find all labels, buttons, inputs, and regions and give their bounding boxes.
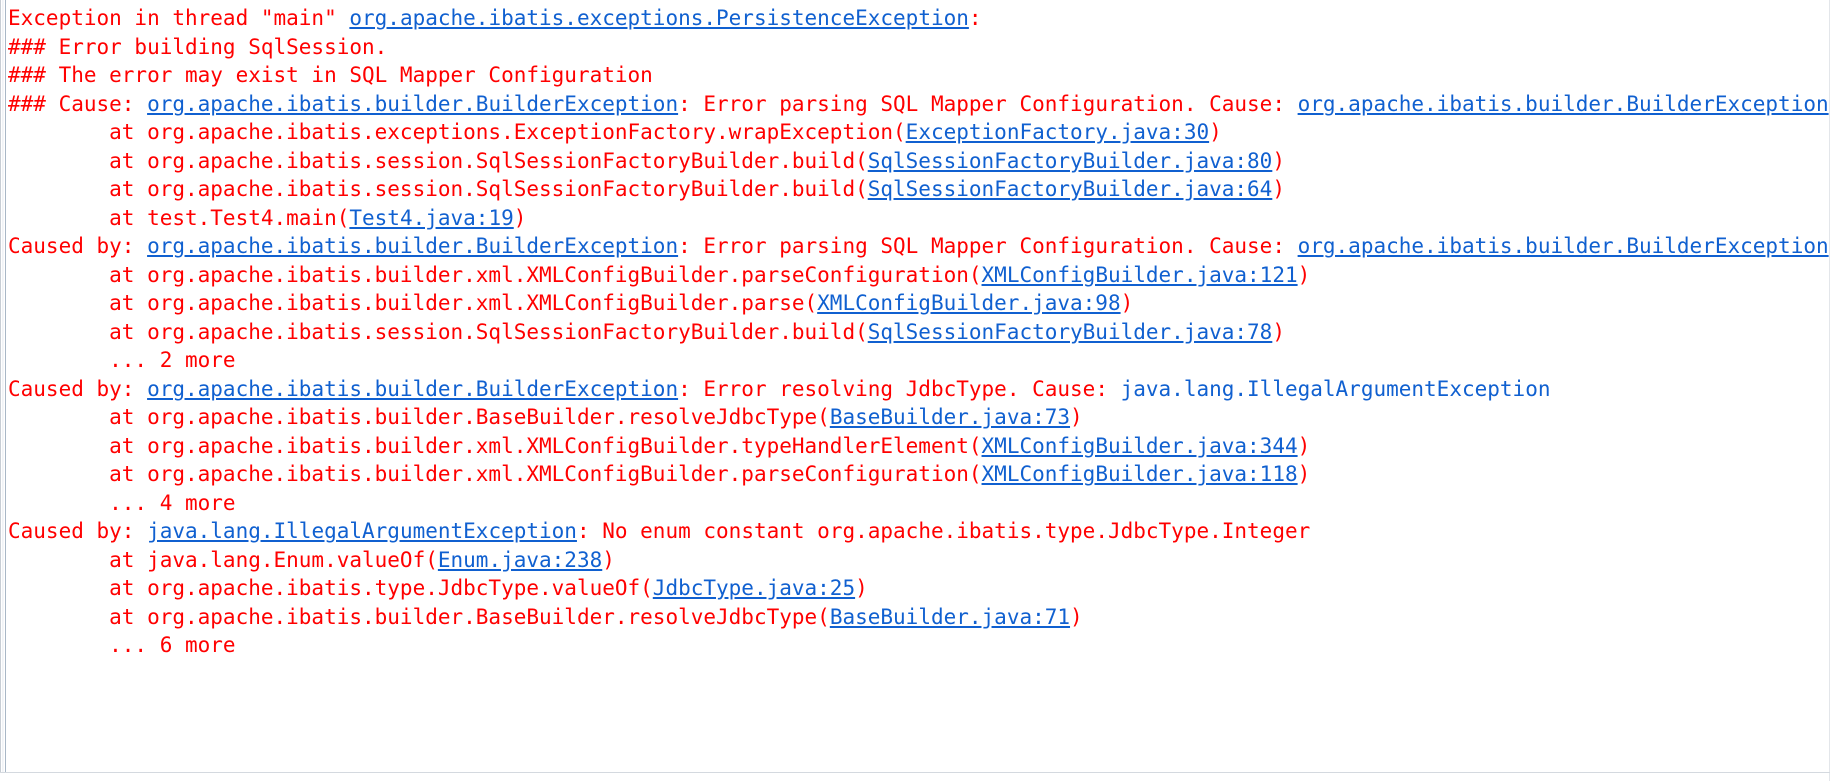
console-left-gutter bbox=[0, 0, 6, 772]
stacktrace-text: ) bbox=[1070, 405, 1083, 429]
line-13-2-more: ... 2 more bbox=[8, 346, 1830, 375]
stacktrace-text: ) bbox=[1120, 291, 1134, 315]
stacktrace-text: at org.apache.ibatis.type.JdbcType.value… bbox=[8, 576, 653, 600]
stacktrace-text: ) bbox=[1070, 604, 1083, 629]
stacktrace-text: ) bbox=[602, 547, 615, 572]
stacktrace-text: at org.apache.ibatis.exceptions.Exceptio… bbox=[8, 120, 906, 144]
line-14-caused-by-builderexception-2: Caused by: org.apache.ibatis.builder.Bui… bbox=[8, 375, 1830, 404]
stacktrace-text: at org.apache.ibatis.builder.BaseBuilder… bbox=[8, 405, 830, 429]
stacktrace-text: at org.apache.ibatis.builder.xml.XMLConf… bbox=[8, 291, 818, 315]
stacktrace-link[interactable]: XMLConfigBuilder.java:98 bbox=[817, 291, 1120, 315]
stacktrace-text: at org.apache.ibatis.builder.xml.XMLConf… bbox=[8, 433, 982, 458]
stacktrace-link[interactable]: org.apache.ibatis.exceptions.Persistence… bbox=[349, 6, 969, 30]
line-22-at-basebuilder-71: at org.apache.ibatis.builder.BaseBuilder… bbox=[8, 603, 1830, 632]
stacktrace-text: ) bbox=[1297, 262, 1311, 287]
stacktrace-link[interactable]: ExceptionFactory.java:30 bbox=[906, 120, 1209, 144]
stacktrace-text: ) bbox=[1297, 433, 1311, 458]
stacktrace-text: : bbox=[968, 6, 982, 30]
line-15-at-basebuilder-73: at org.apache.ibatis.builder.BaseBuilder… bbox=[8, 403, 1830, 432]
stacktrace-link[interactable]: SqlSessionFactoryBuilder.java:80 bbox=[868, 149, 1273, 173]
line-4-cause: ### Cause: org.apache.ibatis.builder.Bui… bbox=[8, 90, 1830, 119]
console-gutter-shade bbox=[2, 0, 4, 772]
line-19-caused-by-illegalargument: Caused by: java.lang.IllegalArgumentExce… bbox=[8, 517, 1830, 546]
line-20-at-enum-valueof: at java.lang.Enum.valueOf(Enum.java:238) bbox=[8, 546, 1830, 575]
stacktrace-text: ### The error may exist in SQL Mapper Co… bbox=[8, 63, 653, 87]
stacktrace-link[interactable]: JdbcType.java:25 bbox=[653, 576, 855, 600]
stacktrace-text: ) bbox=[1209, 120, 1222, 144]
stacktrace-text: ... 6 more bbox=[8, 633, 236, 657]
stacktrace-link[interactable]: java.lang.IllegalArgumentException bbox=[147, 519, 577, 543]
stacktrace-text: ) bbox=[1297, 462, 1311, 486]
stacktrace-link[interactable]: org.apache.ibatis.builder.BuilderExcepti… bbox=[147, 234, 678, 258]
line-9-caused-by-builderexception-1: Caused by: org.apache.ibatis.builder.Bui… bbox=[8, 232, 1830, 261]
stacktrace-text: : No enum constant org.apache.ibatis.typ… bbox=[576, 519, 1311, 543]
stacktrace-link[interactable]: org.apache.ibatis.builder.BuilderExcepti… bbox=[147, 92, 678, 116]
stacktrace-text-area[interactable]: Exception in thread "main" org.apache.ib… bbox=[8, 4, 1830, 774]
stacktrace-text: ### Error building SqlSession. bbox=[8, 34, 388, 59]
line-18-4-more: ... 4 more bbox=[8, 489, 1830, 518]
line-5-at-exceptionfactory: at org.apache.ibatis.exceptions.Exceptio… bbox=[8, 118, 1830, 147]
stacktrace-text: Caused by: bbox=[8, 519, 148, 543]
stacktrace-text: at org.apache.ibatis.builder.xml.XMLConf… bbox=[8, 262, 982, 287]
stacktrace-link[interactable]: Test4.java:19 bbox=[349, 206, 513, 230]
stacktrace-text: Exception in thread "main" bbox=[8, 6, 350, 30]
stacktrace-text: ) bbox=[513, 205, 527, 230]
stacktrace-text: at java.lang.Enum.valueOf( bbox=[8, 547, 438, 572]
stacktrace-link[interactable]: XMLConfigBuilder.java:121 bbox=[982, 263, 1298, 287]
line-12-at-sqlsessionfactorybuilder-78: at org.apache.ibatis.session.SqlSessionF… bbox=[8, 318, 1830, 347]
line-6-at-sqlsessionfactorybuilder-80: at org.apache.ibatis.session.SqlSessionF… bbox=[8, 147, 1830, 176]
stacktrace-text: : Error resolving JdbcType. Cause: bbox=[678, 376, 1121, 401]
stacktrace-text: at org.apache.ibatis.session.SqlSessionF… bbox=[8, 319, 868, 344]
stacktrace-text: Caused by: bbox=[8, 376, 148, 401]
line-16-at-xmlconfigbuilder-344: at org.apache.ibatis.builder.xml.XMLConf… bbox=[8, 432, 1830, 461]
stacktrace-text: ) bbox=[1272, 148, 1285, 173]
stacktrace-link[interactable]: BaseBuilder.java:73 bbox=[830, 405, 1070, 429]
line-7-at-sqlsessionfactorybuilder-64: at org.apache.ibatis.session.SqlSessionF… bbox=[8, 175, 1830, 204]
stacktrace-link[interactable]: BaseBuilder.java:71 bbox=[830, 605, 1070, 629]
stacktrace-link[interactable]: SqlSessionFactoryBuilder.java:64 bbox=[868, 177, 1273, 201]
stacktrace-text: ) bbox=[1272, 319, 1285, 344]
stacktrace-link[interactable]: XMLConfigBuilder.java:118 bbox=[982, 462, 1298, 486]
line-11-at-xmlconfigbuilder-98: at org.apache.ibatis.builder.xml.XMLConf… bbox=[8, 289, 1830, 318]
stacktrace-text: at org.apache.ibatis.builder.xml.XMLConf… bbox=[8, 462, 982, 486]
stacktrace-text: : Error parsing SQL Mapper Configuration… bbox=[678, 234, 1298, 258]
stacktrace-link[interactable]: org.apache.ibatis.builder.BuilderExcepti… bbox=[147, 377, 678, 401]
line-3-error-may-exist: ### The error may exist in SQL Mapper Co… bbox=[8, 61, 1830, 90]
stacktrace-text: ) bbox=[855, 576, 868, 600]
stacktrace-text: : Error parsing SQL Mapper Configuration… bbox=[678, 91, 1298, 116]
stacktrace-link[interactable]: SqlSessionFactoryBuilder.java:78 bbox=[868, 320, 1273, 344]
stacktrace-link[interactable]: org.apache.ibatis.builder.BuilderExcepti… bbox=[1298, 234, 1829, 258]
stacktrace-link[interactable]: org.apache.ibatis.builder.BuilderExcepti… bbox=[1298, 92, 1829, 116]
stacktrace-text: ) bbox=[1272, 177, 1285, 201]
stacktrace-text: at org.apache.ibatis.builder.BaseBuilder… bbox=[8, 604, 830, 629]
line-10-at-xmlconfigbuilder-121: at org.apache.ibatis.builder.xml.XMLConf… bbox=[8, 261, 1830, 290]
stacktrace-link[interactable]: java.lang.IllegalArgumentException bbox=[1121, 377, 1551, 401]
stacktrace-link[interactable]: XMLConfigBuilder.java:344 bbox=[982, 434, 1298, 458]
line-21-at-jdbctype-valueof: at org.apache.ibatis.type.JdbcType.value… bbox=[8, 574, 1830, 603]
console-output-panel[interactable]: Exception in thread "main" org.apache.ib… bbox=[0, 0, 1830, 781]
line-23-6-more: ... 6 more bbox=[8, 631, 1830, 660]
stacktrace-text: Caused by: bbox=[8, 234, 148, 258]
line-8-at-test4-main: at test.Test4.main(Test4.java:19) bbox=[8, 204, 1830, 233]
stacktrace-text: ### Cause: bbox=[8, 91, 148, 116]
stacktrace-text: ... 2 more bbox=[8, 348, 236, 372]
stacktrace-text: at org.apache.ibatis.session.SqlSessionF… bbox=[8, 177, 868, 201]
stacktrace-text: ... 4 more bbox=[8, 490, 236, 515]
stacktrace-text: at org.apache.ibatis.session.SqlSessionF… bbox=[8, 148, 868, 173]
line-1-exception-header: Exception in thread "main" org.apache.ib… bbox=[8, 4, 1830, 33]
line-17-at-xmlconfigbuilder-118: at org.apache.ibatis.builder.xml.XMLConf… bbox=[8, 460, 1830, 489]
line-2-error-building: ### Error building SqlSession. bbox=[8, 33, 1830, 62]
stacktrace-text: at test.Test4.main( bbox=[8, 205, 350, 230]
stacktrace-link[interactable]: Enum.java:238 bbox=[438, 548, 602, 572]
